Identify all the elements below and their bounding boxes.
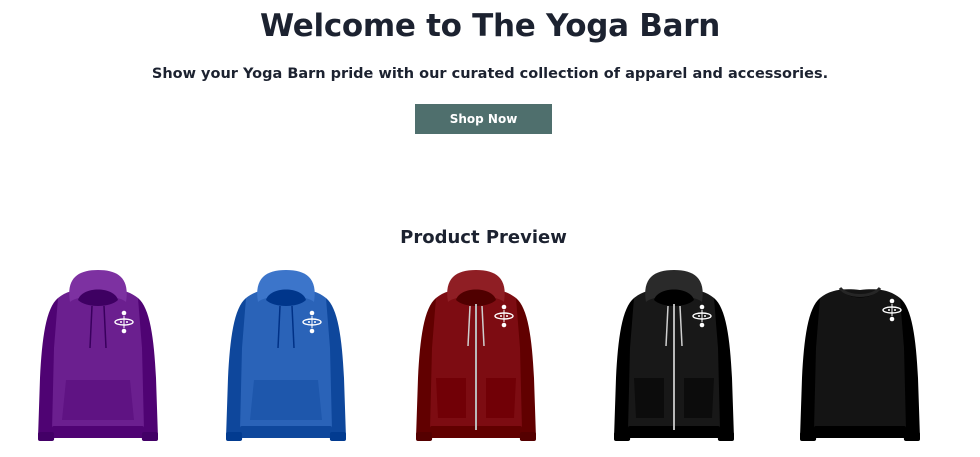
shop-now-button[interactable]: Shop Now: [415, 104, 552, 134]
product-card[interactable]: [216, 268, 356, 450]
hero-subtitle: Show your Yoga Barn pride with our curat…: [151, 66, 829, 82]
zip-hoodie-image: [614, 270, 734, 441]
page-title: Welcome to The Yoga Barn: [260, 8, 720, 44]
product-card[interactable]: [28, 268, 168, 450]
hoodie-image: [226, 270, 346, 441]
sweatshirt-image: [800, 286, 920, 441]
product-card[interactable]: [406, 268, 546, 450]
hoodie-image: [38, 270, 158, 441]
product-preview-title: Product Preview: [400, 227, 567, 248]
product-card[interactable]: [604, 268, 744, 450]
zip-hoodie-image: [416, 270, 536, 441]
product-card[interactable]: [790, 268, 930, 450]
